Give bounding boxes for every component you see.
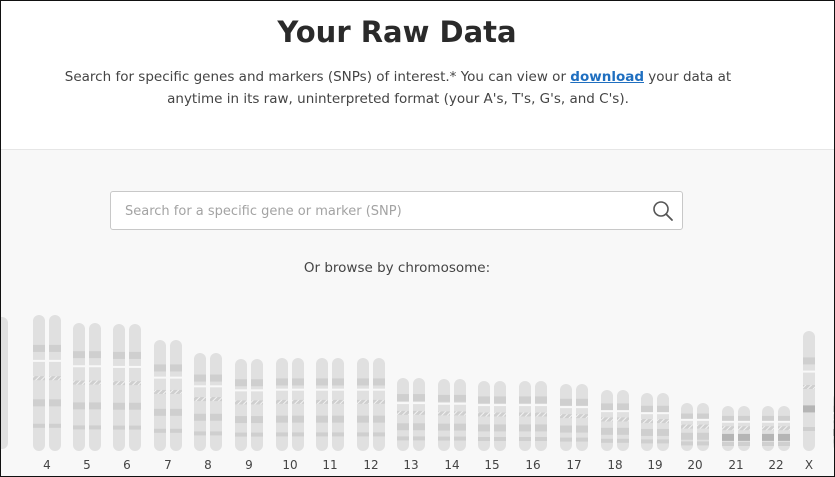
chromosome-13[interactable]: 13 [397,378,425,472]
chromosome-label[interactable]: 6 [123,458,131,472]
chromosome-label[interactable]: 4 [43,458,51,472]
search-box[interactable] [110,191,683,231]
chromosome-18[interactable]: 18 [601,390,629,472]
chromosome-11[interactable]: 11 [316,358,344,472]
chromosome-16[interactable]: 16 [519,381,547,472]
chromosome-14[interactable]: 14 [438,379,466,472]
chromosome-4[interactable]: 4 [33,315,61,472]
chromosome-15[interactable]: 15 [478,381,506,472]
chromosome-3-partial[interactable] [1,317,8,449]
chromosome-17[interactable]: 17 [560,384,588,472]
page-header: Your Raw Data Search for specific genes … [1,1,834,150]
chromosome-20[interactable]: 20 [681,403,709,472]
page-subtitle: Search for specific genes and markers (S… [41,66,755,110]
search-icon[interactable] [652,200,674,222]
chromosome-label[interactable]: 10 [282,458,297,472]
chromosome-label[interactable]: 18 [607,458,622,472]
download-link[interactable]: download [570,69,644,85]
chromosome-9[interactable]: 9 [235,359,263,472]
chromosome-y[interactable]: Y [833,393,834,472]
chromosome-x[interactable]: X [803,331,815,472]
chromosome-label[interactable]: X [805,458,813,472]
chromosome-label[interactable]: 21 [728,458,743,472]
chromosome-label[interactable]: 15 [484,458,499,472]
chromosome-label[interactable]: 7 [164,458,172,472]
chromosome-6[interactable]: 6 [113,324,141,472]
chromosome-22[interactable]: 22 [762,406,790,472]
chromosome-label[interactable]: 8 [204,458,212,472]
chromosome-label[interactable]: 20 [687,458,702,472]
chromosome-12[interactable]: 12 [357,358,385,472]
subtitle-text-1: Search for specific genes and markers (S… [64,69,566,85]
browse-by-chromosome-label: Or browse by chromosome: [303,260,491,276]
chromosome-label[interactable]: 22 [768,458,783,472]
chromosome-21[interactable]: 21 [722,406,750,472]
chromosome-label[interactable]: 17 [566,458,581,472]
chromosome-5[interactable]: 5 [73,323,101,472]
chromosome-10[interactable]: 10 [276,358,304,472]
chromosome-label[interactable]: 12 [363,458,378,472]
chromosome-label[interactable]: 13 [403,458,418,472]
page-frame: Your Raw Data Search for specific genes … [0,0,835,477]
chromosome-label[interactable]: 11 [322,458,337,472]
chromosome-8[interactable]: 8 [194,353,222,472]
chromosome-browser: 4 5 6 7 8 9 10 11 12 13 14 15 16 17 18 19 20 21 22 X Y [1,315,834,472]
chromosome-label[interactable]: 5 [83,458,91,472]
chromosome-19[interactable]: 19 [641,393,669,472]
chromosome-label[interactable]: 16 [525,458,540,472]
chromosome-label[interactable]: 9 [245,458,253,472]
page-title: Your Raw Data [277,15,517,49]
chromosome-label[interactable]: 19 [647,458,662,472]
chromosome-label[interactable]: 14 [444,458,459,472]
chromosome-7[interactable]: 7 [154,340,182,472]
search-input[interactable] [123,192,647,231]
